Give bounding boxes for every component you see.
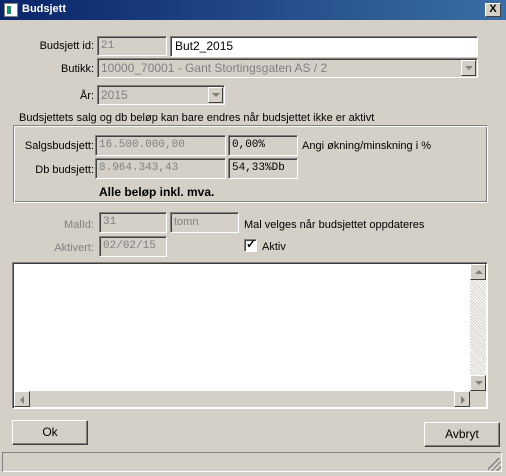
- aktiv-checkbox-label: Aktiv: [262, 241, 286, 253]
- avbryt-button[interactable]: Avbryt: [424, 422, 500, 447]
- budsjett-id-label: Budsjett id:: [39, 40, 94, 52]
- malid-label: MalId:: [64, 219, 94, 231]
- butikk-value: 10000_70001 - Gant Stortingsgaten AS / 2: [101, 61, 328, 75]
- salgsbudsjett-amount[interactable]: 16.500.000,00: [95, 135, 226, 156]
- app-icon: [4, 3, 18, 17]
- butikk-select[interactable]: 10000_70001 - Gant Stortingsgaten AS / 2: [97, 58, 478, 78]
- status-bar: [2, 452, 502, 472]
- horizontal-scrollbar[interactable]: [14, 391, 470, 407]
- budsjett-notice: Budsjettets salg og db beløp kan bare en…: [19, 112, 375, 124]
- aar-value: 2015: [101, 88, 128, 102]
- scroll-right-icon[interactable]: [454, 391, 470, 407]
- ok-button[interactable]: Ok: [12, 420, 88, 445]
- aktiv-checkbox[interactable]: [244, 237, 257, 252]
- db-budsjett-amount[interactable]: 8.964.343,43: [95, 158, 226, 179]
- aar-select[interactable]: 2015: [97, 85, 225, 105]
- salgsbudsjett-hint: Angi økning/minskning i %: [302, 140, 432, 152]
- aktivert-label: Aktivert:: [54, 242, 94, 254]
- vertical-scrollbar[interactable]: [470, 264, 486, 391]
- scroll-left-icon[interactable]: [14, 391, 30, 407]
- db-budsjett-percent[interactable]: 54,33%Db: [228, 158, 298, 179]
- aar-label: År:: [79, 90, 94, 102]
- budsjett-name-input[interactable]: But2_2015: [170, 36, 478, 57]
- notes-memo[interactable]: [12, 262, 488, 409]
- malid-field[interactable]: 31: [99, 212, 167, 233]
- mal-name-field[interactable]: tomn: [170, 212, 239, 233]
- chevron-down-icon[interactable]: [461, 60, 476, 76]
- scroll-corner: [470, 391, 486, 407]
- resize-grip-icon[interactable]: [488, 458, 501, 471]
- aktivert-date-field[interactable]: 02/02/15: [99, 236, 167, 257]
- salgsbudsjett-percent[interactable]: 0,00%: [228, 135, 298, 156]
- butikk-label: Butikk:: [60, 63, 94, 75]
- scroll-up-icon[interactable]: [470, 264, 486, 280]
- amount-note: Alle beløp inkl. mva.: [99, 185, 215, 199]
- chevron-down-icon[interactable]: [208, 87, 223, 103]
- scroll-down-icon[interactable]: [470, 375, 486, 391]
- close-button[interactable]: X: [485, 3, 501, 17]
- title-bar: Budsjett X: [0, 0, 506, 20]
- salgsbudsjett-label: Salgsbudsjett:: [24, 140, 94, 152]
- mal-hint: Mal velges når budsjettet oppdateres: [244, 219, 425, 231]
- db-budsjett-label: Db budsjett:: [35, 164, 94, 176]
- window-title: Budsjett: [22, 3, 66, 15]
- budsjett-id-field[interactable]: 21: [97, 36, 167, 56]
